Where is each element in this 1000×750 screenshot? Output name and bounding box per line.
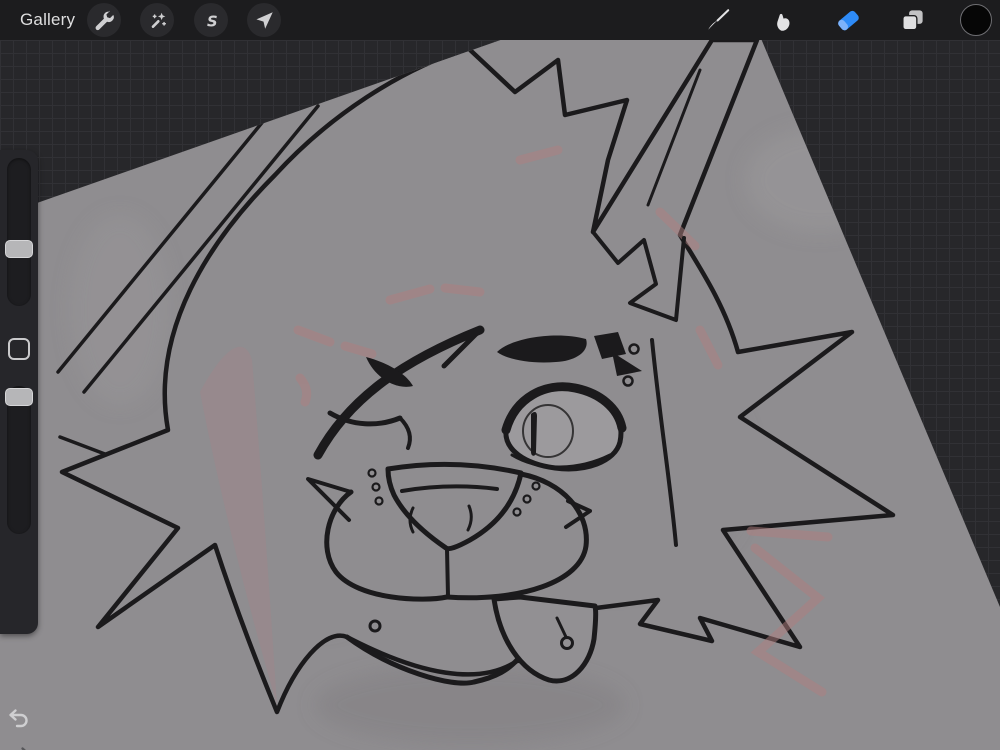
modify-button[interactable]: [8, 338, 30, 360]
transform-arrow-icon: [253, 9, 276, 32]
brush-size-handle[interactable]: [5, 240, 33, 258]
smudge-tool-button[interactable]: [766, 3, 800, 37]
transform-button[interactable]: [247, 3, 281, 37]
svg-text:S: S: [207, 13, 218, 30]
top-toolbar: Gallery S: [0, 0, 1000, 40]
eraser-icon: [834, 6, 862, 34]
undo-icon: [6, 720, 32, 735]
adjustments-button[interactable]: [140, 3, 174, 37]
magic-wand-icon: [146, 9, 169, 32]
brush-sidebar: [0, 150, 38, 634]
color-swatch[interactable]: [960, 4, 992, 36]
erase-tool-button[interactable]: [831, 3, 865, 37]
wrench-icon: [93, 9, 116, 32]
redo-button[interactable]: [6, 744, 32, 750]
gallery-button[interactable]: Gallery: [20, 0, 75, 40]
selection-s-icon: S: [200, 9, 223, 32]
layers-button[interactable]: [895, 3, 929, 37]
paintbrush-icon: [705, 7, 731, 33]
selection-button[interactable]: S: [194, 3, 228, 37]
open-eye: [506, 387, 622, 469]
opacity-slider[interactable]: [7, 386, 31, 534]
drawing-canvas[interactable]: [0, 40, 1000, 750]
brush-size-slider[interactable]: [7, 158, 31, 306]
undo-button[interactable]: [6, 706, 32, 732]
paint-tool-button[interactable]: [701, 3, 735, 37]
workspace: [0, 40, 1000, 750]
layers-icon: [899, 7, 926, 34]
actions-button[interactable]: [87, 3, 121, 37]
opacity-handle[interactable]: [5, 388, 33, 406]
smudge-finger-icon: [770, 7, 796, 33]
